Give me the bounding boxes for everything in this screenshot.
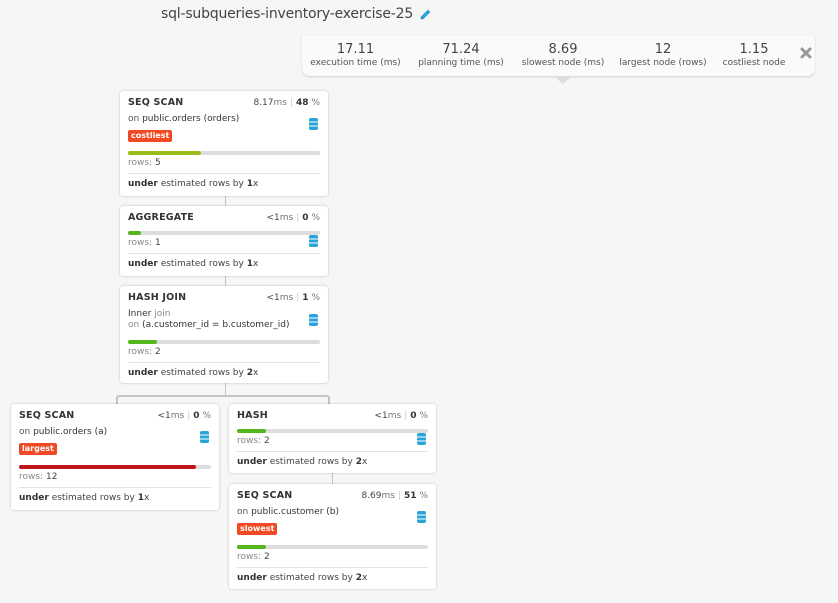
stat-label: execution time (ms) xyxy=(310,58,401,68)
node-rows: rows: 2 xyxy=(237,552,270,562)
node-estimate: under estimated rows by 1x xyxy=(19,487,211,503)
stat-value: 1.15 xyxy=(739,42,769,57)
node-type: HASH JOIN xyxy=(128,292,187,303)
connector-line xyxy=(225,276,226,286)
costliest-badge: costliest xyxy=(128,130,173,142)
node-timing: 8.69ms | 51 % xyxy=(361,491,428,501)
stat-costliest-node: 1.15 costliest node xyxy=(713,43,795,69)
largest-badge: largest xyxy=(19,443,57,455)
node-timing: <1ms | 0 % xyxy=(266,213,321,223)
node-progress-bar xyxy=(128,231,320,235)
branch-connector xyxy=(116,395,330,404)
node-relation: on public.orders (a) xyxy=(19,427,108,437)
plan-title-text: sql-subqueries-inventory-exercise-25 xyxy=(161,6,414,22)
close-icon[interactable] xyxy=(799,46,813,60)
stat-value: 12 xyxy=(654,42,672,57)
database-icon xyxy=(309,118,318,130)
node-progress-bar xyxy=(19,465,211,469)
connector-line xyxy=(225,383,226,395)
node-progress-fill xyxy=(19,465,196,469)
plan-node-seq-scan-customer-b[interactable]: SEQ SCAN 8.69ms | 51 % on public.customer … xyxy=(229,484,436,589)
stat-label: costliest node xyxy=(722,58,786,68)
node-type: HASH xyxy=(237,410,268,421)
node-progress-bar xyxy=(128,340,320,344)
node-timing: <1ms | 0 % xyxy=(374,411,429,421)
node-progress-bar xyxy=(128,151,320,155)
database-icon xyxy=(417,511,426,523)
node-type: AGGREGATE xyxy=(128,212,194,223)
database-icon xyxy=(200,431,209,443)
plan-node-seq-scan-orders-a[interactable]: SEQ SCAN <1ms | 0 % on public.orders (a) l… xyxy=(11,404,219,510)
stat-label: planning time (ms) xyxy=(418,58,504,68)
connector-line xyxy=(332,473,333,484)
node-estimate: under estimated rows by 2x xyxy=(237,567,428,583)
node-join-info: Inner join on (a.customer_id = b.custome… xyxy=(128,309,290,330)
node-estimate: under estimated rows by 1x xyxy=(128,253,320,269)
node-timing: 8.17ms | 48 % xyxy=(253,98,320,108)
node-progress-fill xyxy=(237,429,266,433)
database-icon xyxy=(417,433,426,445)
node-type: SEQ SCAN xyxy=(19,410,75,421)
stat-execution-time: 17.11 execution time (ms) xyxy=(302,43,409,69)
node-timing: <1ms | 0 % xyxy=(157,411,212,421)
database-icon xyxy=(309,314,318,326)
node-rows: rows: 2 xyxy=(237,436,270,446)
node-rows: rows: 12 xyxy=(19,472,58,482)
plan-node-seq-scan-orders[interactable]: SEQ SCAN 8.17ms | 48 % on public.orders (o… xyxy=(120,91,328,196)
plan-node-hash[interactable]: HASH <1ms | 0 % rows: 2 under estimated ro… xyxy=(229,404,436,473)
pencil-icon[interactable] xyxy=(419,8,432,21)
stat-planning-time: 71.24 planning time (ms) xyxy=(409,43,513,69)
node-progress-bar xyxy=(237,545,428,549)
node-timing: <1ms | 1 % xyxy=(266,293,321,303)
node-progress-fill xyxy=(128,151,201,155)
summary-stats-panel: 17.11 execution time (ms) 71.24 planning… xyxy=(302,36,815,76)
node-estimate: under estimated rows by 2x xyxy=(237,451,428,467)
node-rows: rows: 5 xyxy=(128,158,161,168)
node-progress-bar xyxy=(237,429,428,433)
slowest-badge: slowest xyxy=(237,523,278,535)
node-relation: on public.customer (b) xyxy=(237,507,340,517)
stat-label: slowest node (ms) xyxy=(521,58,605,68)
node-progress-fill xyxy=(128,231,142,235)
plan-title: sql-subqueries-inventory-exercise-25 xyxy=(161,6,432,22)
database-icon xyxy=(309,235,318,247)
stat-largest-node: 12 largest node (rows) xyxy=(613,43,713,69)
plan-node-aggregate[interactable]: AGGREGATE <1ms | 0 % rows: 1 under estimat… xyxy=(120,206,328,276)
node-relation: on public.orders (orders) xyxy=(128,114,240,124)
stat-value: 71.24 xyxy=(442,42,480,57)
connector-line xyxy=(225,196,226,206)
node-progress-fill xyxy=(237,545,266,549)
node-type: SEQ SCAN xyxy=(128,97,184,108)
node-rows: rows: 2 xyxy=(128,347,161,357)
stat-value: 8.69 xyxy=(548,42,578,57)
stats-pointer-caret xyxy=(555,77,571,84)
node-estimate: under estimated rows by 2x xyxy=(128,362,320,378)
stat-label: largest node (rows) xyxy=(619,58,707,68)
node-progress-fill xyxy=(128,340,157,344)
stat-slowest-node: 8.69 slowest node (ms) xyxy=(513,43,613,69)
node-estimate: under estimated rows by 1x xyxy=(128,173,320,189)
plan-node-hash-join[interactable]: HASH JOIN <1ms | 1 % Inner join on (a.cust… xyxy=(120,286,328,383)
node-rows: rows: 1 xyxy=(128,238,161,248)
stat-value: 17.11 xyxy=(336,42,375,57)
node-type: SEQ SCAN xyxy=(237,490,293,501)
